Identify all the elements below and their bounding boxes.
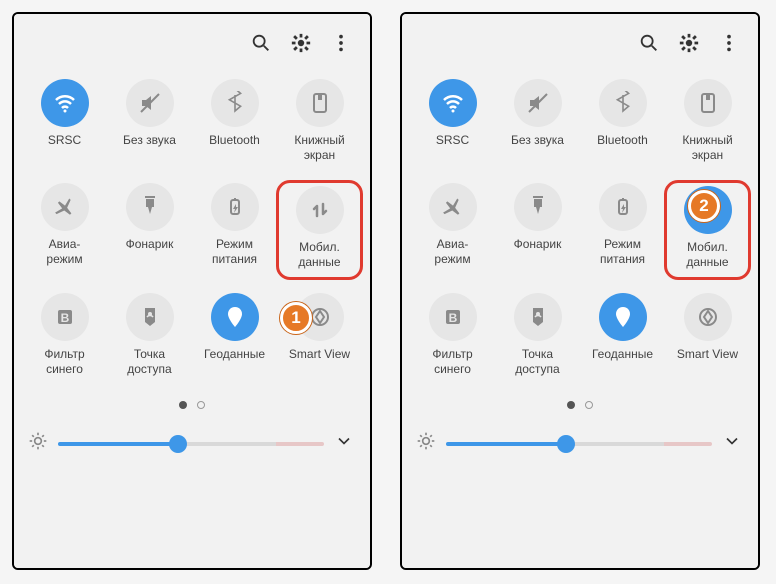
tile-bluetooth[interactable]: Bluetooth [192, 73, 277, 173]
slider-thumb[interactable] [169, 435, 187, 453]
tile-hotspot[interactable]: Точка доступа [107, 287, 192, 387]
bluefilter-icon [41, 293, 89, 341]
tile-label: Фонарик [514, 237, 562, 267]
tile-location[interactable]: Геоданные [580, 287, 665, 387]
tile-book[interactable]: Книжный экран [277, 73, 362, 173]
tile-label: Книжный экран [294, 133, 344, 163]
quick-settings-grid: SRSC Без звука Bluetooth Книжный экран А… [402, 69, 758, 387]
brightness-icon [28, 431, 48, 456]
book-icon [684, 79, 732, 127]
more-icon[interactable] [718, 32, 740, 59]
tile-label: Геоданные [204, 347, 265, 377]
brightness-row [14, 417, 370, 470]
tile-power[interactable]: Режим питания [192, 177, 277, 283]
tile-flashlight[interactable]: Фонарик [495, 177, 580, 283]
power-icon [211, 183, 259, 231]
dot-2 [197, 401, 205, 409]
toolbar [402, 14, 758, 69]
tile-label: SRSC [436, 133, 469, 163]
bluefilter-icon [429, 293, 477, 341]
tile-bluefilter[interactable]: Фильтр синего [22, 287, 107, 387]
dot-2 [585, 401, 593, 409]
tile-label: Без звука [123, 133, 176, 163]
toolbar [14, 14, 370, 69]
tile-wifi[interactable]: SRSC [410, 73, 495, 173]
dot-1 [179, 401, 187, 409]
tile-label: Фильтр синего [44, 347, 84, 377]
tile-bluetooth[interactable]: Bluetooth [580, 73, 665, 173]
tile-mute[interactable]: Без звука [107, 73, 192, 173]
tile-label: Режим питания [600, 237, 645, 267]
mute-icon [126, 79, 174, 127]
tile-label: Smart View [289, 347, 350, 377]
brightness-slider[interactable] [446, 442, 712, 446]
dot-1 [567, 401, 575, 409]
callout-badge-1: 1 [280, 302, 312, 334]
tile-airplane[interactable]: Авиа- режим [410, 177, 495, 283]
tile-label: SRSC [48, 133, 81, 163]
tile-label: Геоданные [592, 347, 653, 377]
tile-label: Точка доступа [127, 347, 171, 377]
screenshot-2: SRSC Без звука Bluetooth Книжный экран А… [400, 12, 760, 570]
slider-thumb[interactable] [557, 435, 575, 453]
tile-mobiledata[interactable]: Мобил. данные [276, 180, 363, 280]
tile-flashlight[interactable]: Фонарик [107, 177, 192, 283]
mute-icon [514, 79, 562, 127]
tile-bluefilter[interactable]: Фильтр синего [410, 287, 495, 387]
chevron-down-icon[interactable] [334, 431, 354, 456]
tile-label: Smart View [677, 347, 738, 377]
page-indicator[interactable] [402, 387, 758, 417]
tile-label: Точка доступа [515, 347, 559, 377]
brightness-row [402, 417, 758, 470]
search-icon[interactable] [638, 32, 660, 59]
tile-hotspot[interactable]: Точка доступа [495, 287, 580, 387]
airplane-icon [41, 183, 89, 231]
smartview-icon [684, 293, 732, 341]
tile-label: Режим питания [212, 237, 257, 267]
gear-icon[interactable] [678, 32, 700, 59]
tile-power[interactable]: Режим питания [580, 177, 665, 283]
tile-label: Bluetooth [597, 133, 648, 163]
tile-label: Авиа- режим [46, 237, 82, 267]
flashlight-icon [514, 183, 562, 231]
flashlight-icon [126, 183, 174, 231]
page-indicator[interactable] [14, 387, 370, 417]
mobiledata-icon [296, 186, 344, 234]
tile-label: Фильтр синего [432, 347, 472, 377]
tile-label: Мобил. данные [686, 240, 728, 270]
bluetooth-icon [599, 79, 647, 127]
location-icon [599, 293, 647, 341]
airplane-icon [429, 183, 477, 231]
bluetooth-icon [211, 79, 259, 127]
wifi-icon [429, 79, 477, 127]
hotspot-icon [514, 293, 562, 341]
tile-label: Книжный экран [682, 133, 732, 163]
wifi-icon [41, 79, 89, 127]
brightness-icon [416, 431, 436, 456]
hotspot-icon [126, 293, 174, 341]
book-icon [296, 79, 344, 127]
search-icon[interactable] [250, 32, 272, 59]
more-icon[interactable] [330, 32, 352, 59]
tile-book[interactable]: Книжный экран [665, 73, 750, 173]
power-icon [599, 183, 647, 231]
screenshot-1: SRSC Без звука Bluetooth Книжный экран А… [12, 12, 372, 570]
chevron-down-icon[interactable] [722, 431, 742, 456]
tile-label: Без звука [511, 133, 564, 163]
tile-mute[interactable]: Без звука [495, 73, 580, 173]
callout-badge-2: 2 [688, 190, 720, 222]
tile-label: Фонарик [126, 237, 174, 267]
tile-location[interactable]: Геоданные [192, 287, 277, 387]
location-icon [211, 293, 259, 341]
brightness-slider[interactable] [58, 442, 324, 446]
quick-settings-grid: SRSC Без звука Bluetooth Книжный экран А… [14, 69, 370, 387]
gear-icon[interactable] [290, 32, 312, 59]
tile-label: Bluetooth [209, 133, 260, 163]
tile-smartview[interactable]: Smart View [665, 287, 750, 387]
tile-airplane[interactable]: Авиа- режим [22, 177, 107, 283]
tile-label: Авиа- режим [434, 237, 470, 267]
tile-wifi[interactable]: SRSC [22, 73, 107, 173]
tile-label: Мобил. данные [298, 240, 340, 270]
